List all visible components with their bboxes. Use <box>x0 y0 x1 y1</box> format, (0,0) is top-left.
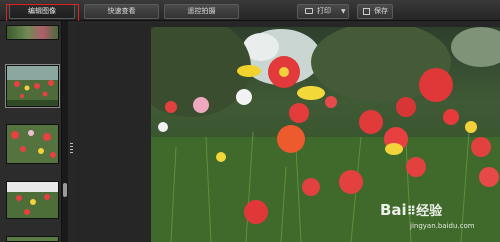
print-label: 打印 <box>317 7 331 15</box>
save-icon <box>363 8 370 15</box>
watermark-url: jingyan.baidu.com <box>410 222 475 230</box>
main-photo <box>151 27 500 242</box>
thumbnail[interactable] <box>6 181 59 219</box>
thumbnail[interactable] <box>6 25 59 40</box>
resize-grip-icon[interactable] <box>70 143 73 155</box>
print-button[interactable]: 打印 ▼ <box>297 4 349 19</box>
thumbnail[interactable] <box>6 236 59 242</box>
print-icon <box>305 8 313 14</box>
watermark-logo: Bai⠿经验 <box>380 201 443 219</box>
panel-divider[interactable] <box>68 21 76 242</box>
save-label: 保存 <box>374 7 388 15</box>
thumbnail[interactable] <box>6 124 59 164</box>
thumbnail-strip <box>0 21 62 242</box>
chevron-down-icon[interactable]: ▼ <box>341 5 346 18</box>
scrollbar-thumb[interactable] <box>63 183 67 197</box>
thumbnail-selected[interactable] <box>5 64 60 108</box>
remote-shoot-button[interactable]: 遥控拍摄 <box>164 4 239 19</box>
save-button[interactable]: 保存 <box>357 4 393 19</box>
